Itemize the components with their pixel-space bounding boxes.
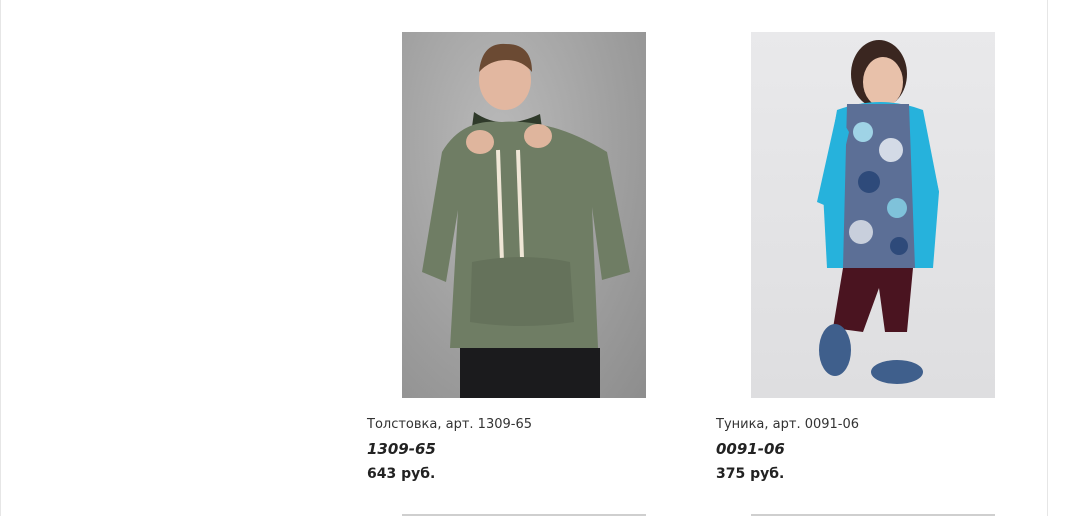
product-price: 375 руб.: [716, 466, 785, 482]
tunic-woman-illustration: [817, 40, 939, 384]
product-price: 643 руб.: [367, 466, 436, 482]
product-title[interactable]: Толстовка, арт. 1309-65: [367, 417, 532, 432]
hoodie-man-illustration: [422, 43, 630, 398]
product-article: 0091-06: [716, 440, 785, 458]
product-photo[interactable]: [402, 32, 646, 398]
product-title[interactable]: Туника, арт. 0091-06: [716, 417, 859, 432]
product-photo[interactable]: [751, 32, 995, 398]
product-article: 1309-65: [367, 440, 436, 458]
